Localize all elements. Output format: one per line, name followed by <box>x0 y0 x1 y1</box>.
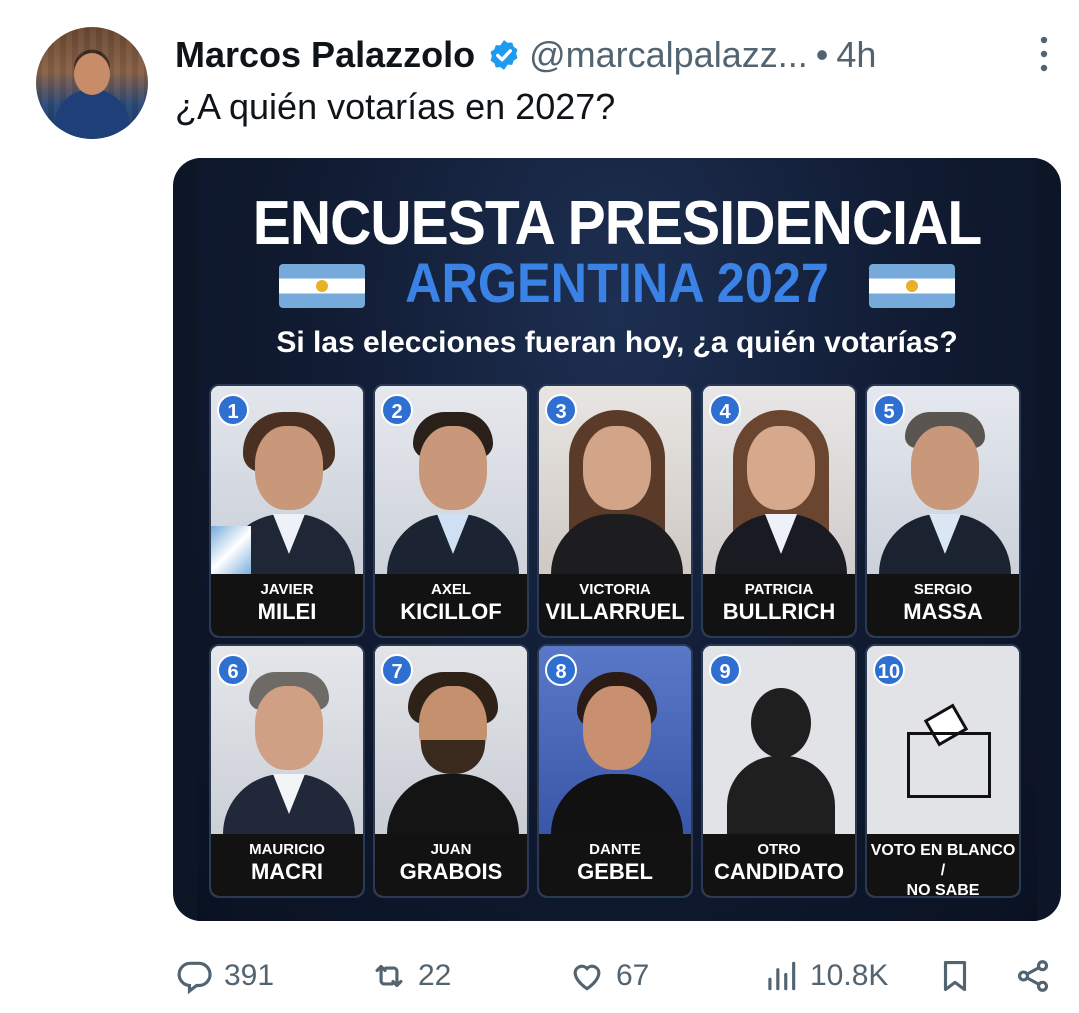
tweet-actions-bar: 391 22 67 10.8K <box>0 955 1079 1003</box>
author-handle[interactable]: @marcalpalazz... <box>529 34 808 76</box>
candidate-first-name: OTRO <box>757 841 801 858</box>
repost-icon <box>375 964 403 988</box>
views-count: 10.8K <box>810 959 889 992</box>
candidate-number: 1 <box>217 394 249 426</box>
candidate-card: 8 DANTE GEBEL <box>537 644 693 898</box>
like-button[interactable]: 67 <box>568 957 649 995</box>
candidate-card: 7 JUAN GRABOIS <box>373 644 529 898</box>
candidate-card: 4 PATRICIA BULLRICH <box>701 384 857 638</box>
candidate-number: 3 <box>545 394 577 426</box>
candidate-label: DANTE GEBEL <box>539 834 691 896</box>
candidate-first-name: VICTORIA <box>579 581 651 598</box>
candidate-number: 2 <box>381 394 413 426</box>
tweet-text: ¿A quién votarías en 2027? <box>175 86 616 127</box>
candidate-last-name: KICILLOF <box>400 599 502 624</box>
reply-button[interactable]: 391 <box>176 957 274 995</box>
repost-button[interactable]: 22 <box>370 957 451 995</box>
candidate-last-name: NO SABE <box>906 882 980 898</box>
candidate-number: 7 <box>381 654 413 686</box>
tweet-media-image[interactable]: ENCUESTA PRESIDENCIAL ARGENTINA 2027 Si … <box>173 158 1061 921</box>
candidate-card: 3 VICTORIA VILLARRUEL <box>537 384 693 638</box>
candidate-label: VOTO EN BLANCO / NO SABE <box>867 834 1019 896</box>
candidate-first-name: VOTO EN BLANCO / <box>870 842 1016 879</box>
candidate-last-name: MASSA <box>903 599 983 624</box>
bar-chart-icon <box>768 961 796 991</box>
author-name[interactable]: Marcos Palazzolo <box>175 34 475 76</box>
author-avatar[interactable] <box>36 27 148 139</box>
candidate-last-name: MACRI <box>250 859 324 884</box>
candidate-card: 10 VOTO EN BLANCO / NO SABE <box>865 644 1021 898</box>
reply-count: 391 <box>224 959 275 992</box>
candidate-label: MAURICIO MACRI <box>211 834 363 896</box>
candidate-number: 6 <box>217 654 249 686</box>
tweet-header: Marcos Palazzolo @marcalpalazz... • 4h <box>175 30 1059 80</box>
candidate-last-name: MILEI <box>257 599 317 624</box>
candidate-label: AXEL KICILLOF <box>375 574 527 636</box>
candidate-last-name: BULLRICH <box>722 599 836 624</box>
candidate-first-name: DANTE <box>589 841 641 858</box>
poll-poster: ENCUESTA PRESIDENCIAL ARGENTINA 2027 Si … <box>197 158 1037 921</box>
verified-badge-icon <box>490 40 518 70</box>
candidate-number: 4 <box>709 394 741 426</box>
poster-title: ENCUESTA PRESIDENCIAL <box>252 189 983 258</box>
candidate-first-name: AXEL <box>430 581 471 598</box>
candidate-label: JUAN GRABOIS <box>375 834 527 896</box>
candidate-first-name: MAURICIO <box>249 841 325 858</box>
separator-dot: • <box>815 34 829 75</box>
candidate-label: VICTORIA VILLARRUEL <box>539 574 691 636</box>
candidate-last-name: GEBEL <box>577 859 653 884</box>
repost-count: 22 <box>418 959 452 992</box>
candidate-number: 8 <box>545 654 577 686</box>
argentina-flag-icon <box>869 264 955 308</box>
bookmark-icon <box>943 960 967 992</box>
share-button[interactable] <box>1014 957 1052 995</box>
candidate-card: 9 OTRO CANDIDATO <box>701 644 857 898</box>
candidate-label: JAVIER MILEI <box>211 574 363 636</box>
reply-icon <box>177 961 212 995</box>
candidate-number: 10 <box>873 654 905 686</box>
candidate-last-name: VILLARRUEL <box>545 599 685 624</box>
like-count: 67 <box>616 959 650 992</box>
candidate-number: 9 <box>709 654 741 686</box>
timestamp[interactable]: 4h <box>836 34 876 76</box>
candidate-label: SERGIO MASSA <box>867 574 1019 636</box>
candidate-first-name: SERGIO <box>913 581 973 598</box>
candidate-last-name: GRABOIS <box>399 859 503 884</box>
candidate-number: 5 <box>873 394 905 426</box>
candidate-card: 5 SERGIO MASSA <box>865 384 1021 638</box>
candidate-first-name: JAVIER <box>260 581 314 598</box>
candidate-first-name: JUAN <box>430 841 472 858</box>
candidate-first-name: PATRICIA <box>744 581 814 598</box>
views-button[interactable]: 10.8K <box>762 957 888 995</box>
candidate-card: 2 AXEL KICILLOF <box>373 384 529 638</box>
candidate-card: 1 JAVIER MILEI <box>209 384 365 638</box>
candidate-label: OTRO CANDIDATO <box>703 834 855 896</box>
poster-question: Si las elecciones fueran hoy, ¿a quién v… <box>276 326 958 359</box>
bookmark-button[interactable] <box>936 957 974 995</box>
candidate-label: PATRICIA BULLRICH <box>703 574 855 636</box>
more-options-icon[interactable] <box>1037 34 1051 74</box>
heart-icon <box>573 964 601 991</box>
candidate-card: 6 MAURICIO MACRI <box>209 644 365 898</box>
candidate-last-name: CANDIDATO <box>714 859 844 884</box>
share-icon <box>1017 960 1049 992</box>
